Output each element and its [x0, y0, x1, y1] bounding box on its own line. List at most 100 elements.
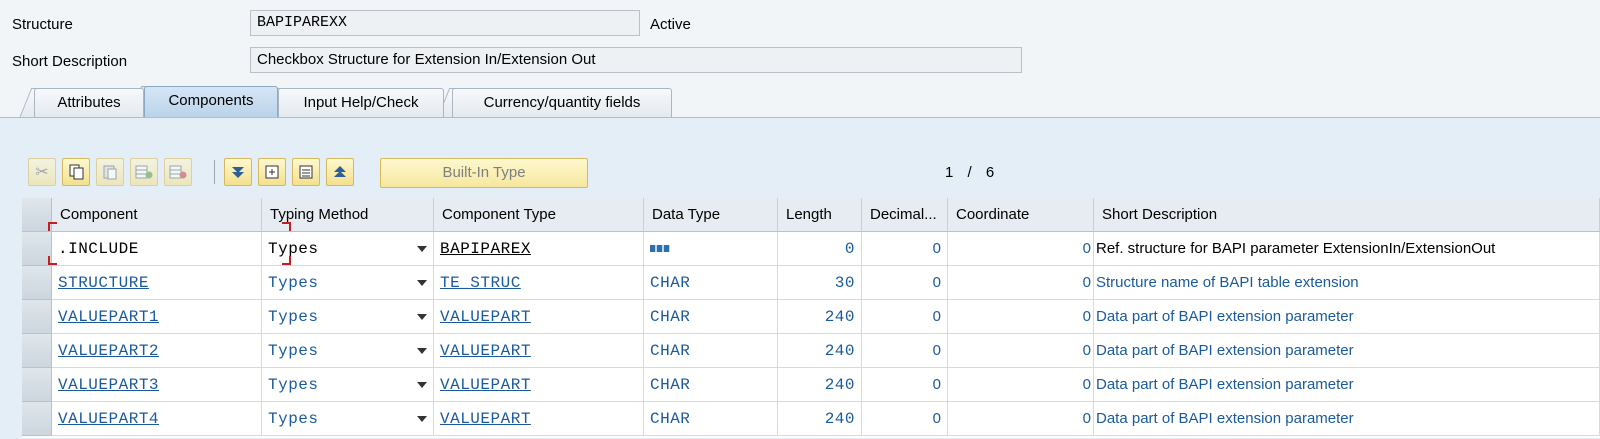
component-type-cell[interactable]: TE_STRUC [434, 266, 644, 300]
short-description-cell[interactable]: Data part of BAPI extension parameter [1094, 368, 1600, 402]
move-down-button[interactable] [224, 158, 252, 186]
data-type-cell[interactable]: CHAR [644, 334, 778, 368]
length-cell[interactable]: 0 [778, 232, 862, 266]
coordinate-cell[interactable]: 0 [948, 334, 1094, 368]
focus-indicator [48, 222, 57, 231]
typing-method-value: Types [268, 308, 319, 326]
coordinate-cell[interactable]: 0 [948, 300, 1094, 334]
coordinate-cell[interactable]: 0 [948, 368, 1094, 402]
coordinate-cell[interactable]: 0 [948, 232, 1094, 266]
details-button[interactable] [292, 158, 320, 186]
move-up-icon [334, 166, 346, 177]
row-selector[interactable] [22, 402, 52, 436]
component-cell[interactable]: VALUEPART3 [52, 368, 262, 402]
component-cell[interactable]: VALUEPART2 [52, 334, 262, 368]
paste-button[interactable] [96, 158, 124, 186]
tab-attributes[interactable]: Attributes [34, 88, 144, 118]
component-cell[interactable]: .INCLUDE [52, 232, 262, 266]
dropdown-arrow-icon[interactable] [417, 348, 427, 354]
decimals-cell[interactable]: 0 [862, 266, 948, 300]
decimals-cell[interactable]: 0 [862, 402, 948, 436]
typing-method-cell[interactable]: Types [262, 368, 434, 402]
component-cell[interactable]: STRUCTURE [52, 266, 262, 300]
page-current: 1 [945, 164, 954, 181]
component-cell[interactable]: VALUEPART4 [52, 402, 262, 436]
copy-button[interactable] [62, 158, 90, 186]
insert-row-button[interactable] [130, 158, 158, 186]
dropdown-arrow-icon[interactable] [417, 280, 427, 286]
typing-method-value: Types [268, 240, 319, 258]
dropdown-arrow-icon[interactable] [417, 246, 427, 252]
delete-row-button[interactable] [164, 158, 192, 186]
col-header-component[interactable]: Component [52, 198, 262, 232]
move-up-button[interactable] [326, 158, 354, 186]
data-type-cell[interactable]: CHAR [644, 266, 778, 300]
dropdown-arrow-icon[interactable] [417, 382, 427, 388]
length-cell[interactable]: 30 [778, 266, 862, 300]
dropdown-arrow-icon[interactable] [417, 416, 427, 422]
expand-button[interactable] [258, 158, 286, 186]
row-selector[interactable] [22, 368, 52, 402]
decimals-cell[interactable]: 0 [862, 300, 948, 334]
structure-name-field[interactable]: BAPIPAREXX [250, 10, 640, 36]
col-header-component-type[interactable]: Component Type [434, 198, 644, 232]
toolbar-separator [214, 160, 215, 184]
data-type-cell[interactable]: CHAR [644, 368, 778, 402]
length-cell[interactable]: 240 [778, 300, 862, 334]
built-in-type-button[interactable]: Built-In Type [380, 158, 588, 188]
typing-method-cell[interactable]: Types [262, 334, 434, 368]
tab-currency-quantity-fields[interactable]: Currency/quantity fields [452, 88, 672, 118]
row-selector[interactable] [22, 334, 52, 368]
coordinate-value: 0 [1082, 410, 1091, 427]
coordinate-cell[interactable]: 0 [948, 266, 1094, 300]
typing-method-cell[interactable]: Types [262, 300, 434, 334]
description-text: Ref. structure for BAPI parameter Extens… [1096, 240, 1496, 257]
decimals-cell[interactable]: 0 [862, 232, 948, 266]
description-text: Data part of BAPI extension parameter [1096, 410, 1354, 427]
short-description-cell[interactable]: Data part of BAPI extension parameter [1094, 334, 1600, 368]
focus-indicator [282, 222, 291, 231]
component-type-cell[interactable]: BAPIPAREX [434, 232, 644, 266]
row-selector[interactable] [22, 266, 52, 300]
coordinate-value: 0 [1082, 342, 1091, 359]
component-type-cell[interactable]: VALUEPART [434, 368, 644, 402]
length-cell[interactable]: 240 [778, 402, 862, 436]
length-cell[interactable]: 240 [778, 334, 862, 368]
col-header-data-type[interactable]: Data Type [644, 198, 778, 232]
col-header-decimals[interactable]: Decimal... [862, 198, 948, 232]
component-cell[interactable]: VALUEPART1 [52, 300, 262, 334]
component-type-cell[interactable]: VALUEPART [434, 334, 644, 368]
tab-input-help-check[interactable]: Input Help/Check [278, 88, 444, 118]
coordinate-value: 0 [1082, 240, 1091, 257]
short-description-cell[interactable]: Data part of BAPI extension parameter [1094, 300, 1600, 334]
component-type-cell[interactable]: VALUEPART [434, 402, 644, 436]
decimals-cell[interactable]: 0 [862, 368, 948, 402]
short-description-label: Short Description [12, 53, 128, 70]
copy-icon [69, 164, 84, 180]
typing-method-cell[interactable]: Types [262, 402, 434, 436]
row-selector[interactable] [22, 300, 52, 334]
data-type-cell[interactable] [644, 232, 778, 266]
short-description-cell[interactable]: Data part of BAPI extension parameter [1094, 402, 1600, 436]
typing-method-cell[interactable]: Types [262, 266, 434, 300]
structure-label: Structure [12, 16, 73, 33]
short-description-field[interactable]: Checkbox Structure for Extension In/Exte… [250, 47, 1022, 73]
decimals-cell[interactable]: 0 [862, 334, 948, 368]
length-cell[interactable]: 240 [778, 368, 862, 402]
data-type-cell[interactable]: CHAR [644, 402, 778, 436]
col-header-coordinate[interactable]: Coordinate [948, 198, 1094, 232]
move-down-icon [232, 167, 244, 178]
coordinate-cell[interactable]: 0 [948, 402, 1094, 436]
cut-button[interactable]: ✂ [28, 158, 56, 186]
component-type-cell[interactable]: VALUEPART [434, 300, 644, 334]
col-header-short-description[interactable]: Short Description [1094, 198, 1600, 232]
typing-method-value: Types [268, 274, 319, 292]
data-type-cell[interactable]: CHAR [644, 300, 778, 334]
short-description-cell[interactable]: Ref. structure for BAPI parameter Extens… [1094, 232, 1600, 266]
short-description-cell[interactable]: Structure name of BAPI table extension [1094, 266, 1600, 300]
coordinate-value: 0 [1082, 274, 1091, 291]
coordinate-value: 0 [1082, 308, 1091, 325]
dropdown-arrow-icon[interactable] [417, 314, 427, 320]
col-header-length[interactable]: Length [778, 198, 862, 232]
tab-components[interactable]: Components [144, 86, 278, 118]
